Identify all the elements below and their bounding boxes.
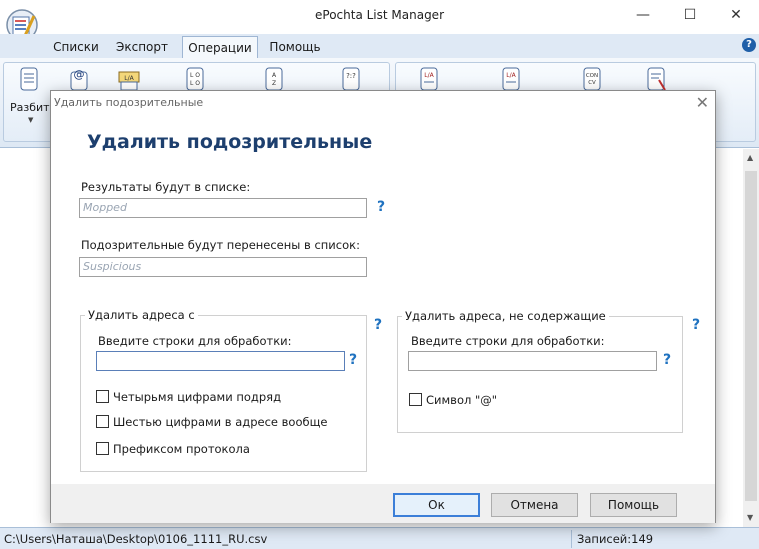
- svg-text:CV: CV: [588, 80, 596, 86]
- list-icon[interactable]: L/A: [118, 66, 140, 92]
- scroll-down-icon[interactable]: ▼: [747, 513, 753, 522]
- svg-text:CON: CON: [586, 73, 598, 79]
- convert-icon[interactable]: CONCV: [581, 66, 603, 92]
- suspicious-label: Подозрительные будут перенесены в список…: [81, 238, 360, 252]
- suspicious-list-field[interactable]: Suspicious: [79, 257, 367, 277]
- dialog-titlebar: Удалить подозрительные ✕: [51, 91, 715, 115]
- dialog-heading: Удалить подозрительные: [87, 131, 373, 153]
- sort-az-icon[interactable]: AZ: [263, 66, 285, 92]
- help-icon[interactable]: ?: [742, 38, 756, 52]
- right-strings-input[interactable]: [408, 351, 657, 371]
- four-digits-label[interactable]: Четырьмя цифрами подряд: [113, 390, 281, 404]
- close-button[interactable]: ✕: [713, 0, 759, 30]
- svg-text:Z: Z: [272, 80, 276, 87]
- four-digits-checkbox[interactable]: [96, 390, 109, 403]
- window-titlebar: ePochta List Manager — ☐ ✕: [0, 0, 759, 41]
- left-strings-input[interactable]: [96, 351, 345, 371]
- remove-without-legend: Удалить адреса, не содержащие: [402, 309, 609, 323]
- status-bar: C:\Users\Наташа\Desktop\0106_1111_RU.csv…: [0, 527, 759, 549]
- remove-suspicious-dialog: Удалить подозрительные ✕ Удалить подозри…: [50, 90, 716, 523]
- protocol-prefix-checkbox[interactable]: [96, 442, 109, 455]
- vertical-scrollbar[interactable]: ▲ ▼: [743, 149, 759, 527]
- dialog-close-icon[interactable]: ✕: [696, 93, 709, 112]
- at-symbol-checkbox[interactable]: [409, 393, 422, 406]
- dialog-title: Удалить подозрительные: [54, 96, 204, 109]
- six-digits-label[interactable]: Шестью цифрами в адресе вообще: [113, 415, 328, 429]
- six-digits-checkbox[interactable]: [96, 415, 109, 428]
- results-label: Результаты будут в списке:: [81, 180, 251, 194]
- remove-with-legend: Удалить адреса с: [85, 308, 198, 322]
- filter-icon[interactable]: [645, 66, 667, 92]
- status-divider: [571, 530, 572, 548]
- remove-without-help-icon[interactable]: ?: [692, 317, 700, 333]
- minimize-button[interactable]: —: [620, 0, 666, 30]
- results-help-icon[interactable]: ?: [377, 199, 385, 215]
- svg-text:?:?: ?:?: [346, 72, 356, 80]
- split-icon[interactable]: [18, 66, 40, 92]
- merge-icon[interactable]: L/A: [418, 66, 440, 92]
- record-count: Записей:149: [577, 532, 654, 546]
- tab-export[interactable]: Экспорт: [110, 36, 174, 58]
- svg-text:L O: L O: [190, 80, 200, 87]
- svg-text:L/A: L/A: [506, 72, 516, 79]
- sort-icon[interactable]: L OL O: [184, 66, 206, 92]
- scrollbar-thumb[interactable]: [745, 171, 757, 501]
- left-input-help-icon[interactable]: ?: [349, 352, 357, 368]
- question-list-icon[interactable]: ?:?: [340, 66, 362, 92]
- help-button[interactable]: Помощь: [590, 493, 677, 517]
- left-input-label: Введите строки для обработки:: [98, 334, 292, 348]
- svg-text:L O: L O: [190, 72, 200, 79]
- svg-text:L/A: L/A: [424, 72, 434, 79]
- cancel-button[interactable]: Отмена: [491, 493, 578, 517]
- maximize-button[interactable]: ☐: [667, 0, 713, 30]
- file-path: C:\Users\Наташа\Desktop\0106_1111_RU.csv: [4, 532, 268, 546]
- svg-text:@: @: [74, 68, 85, 81]
- scroll-up-icon[interactable]: ▲: [747, 153, 753, 162]
- svg-text:L/A: L/A: [124, 75, 134, 82]
- tab-lists[interactable]: Списки: [48, 36, 104, 58]
- right-input-help-icon[interactable]: ?: [663, 352, 671, 368]
- menu-bar: Списки Экспорт Операции Помощь: [0, 34, 759, 58]
- results-list-field[interactable]: Mopped: [79, 198, 367, 218]
- protocol-prefix-label[interactable]: Префиксом протокола: [113, 442, 250, 456]
- intersect-icon[interactable]: L/A: [500, 66, 522, 92]
- at-icon[interactable]: @: [68, 66, 90, 92]
- tab-help[interactable]: Помощь: [264, 36, 326, 58]
- right-input-label: Введите строки для обработки:: [411, 334, 605, 348]
- dropdown-arrow-icon[interactable]: ▼: [28, 116, 33, 124]
- ok-button[interactable]: Ок: [393, 493, 480, 517]
- at-symbol-label[interactable]: Символ "@": [426, 393, 497, 407]
- remove-with-help-icon[interactable]: ?: [374, 317, 382, 333]
- tab-operations[interactable]: Операции: [182, 36, 258, 58]
